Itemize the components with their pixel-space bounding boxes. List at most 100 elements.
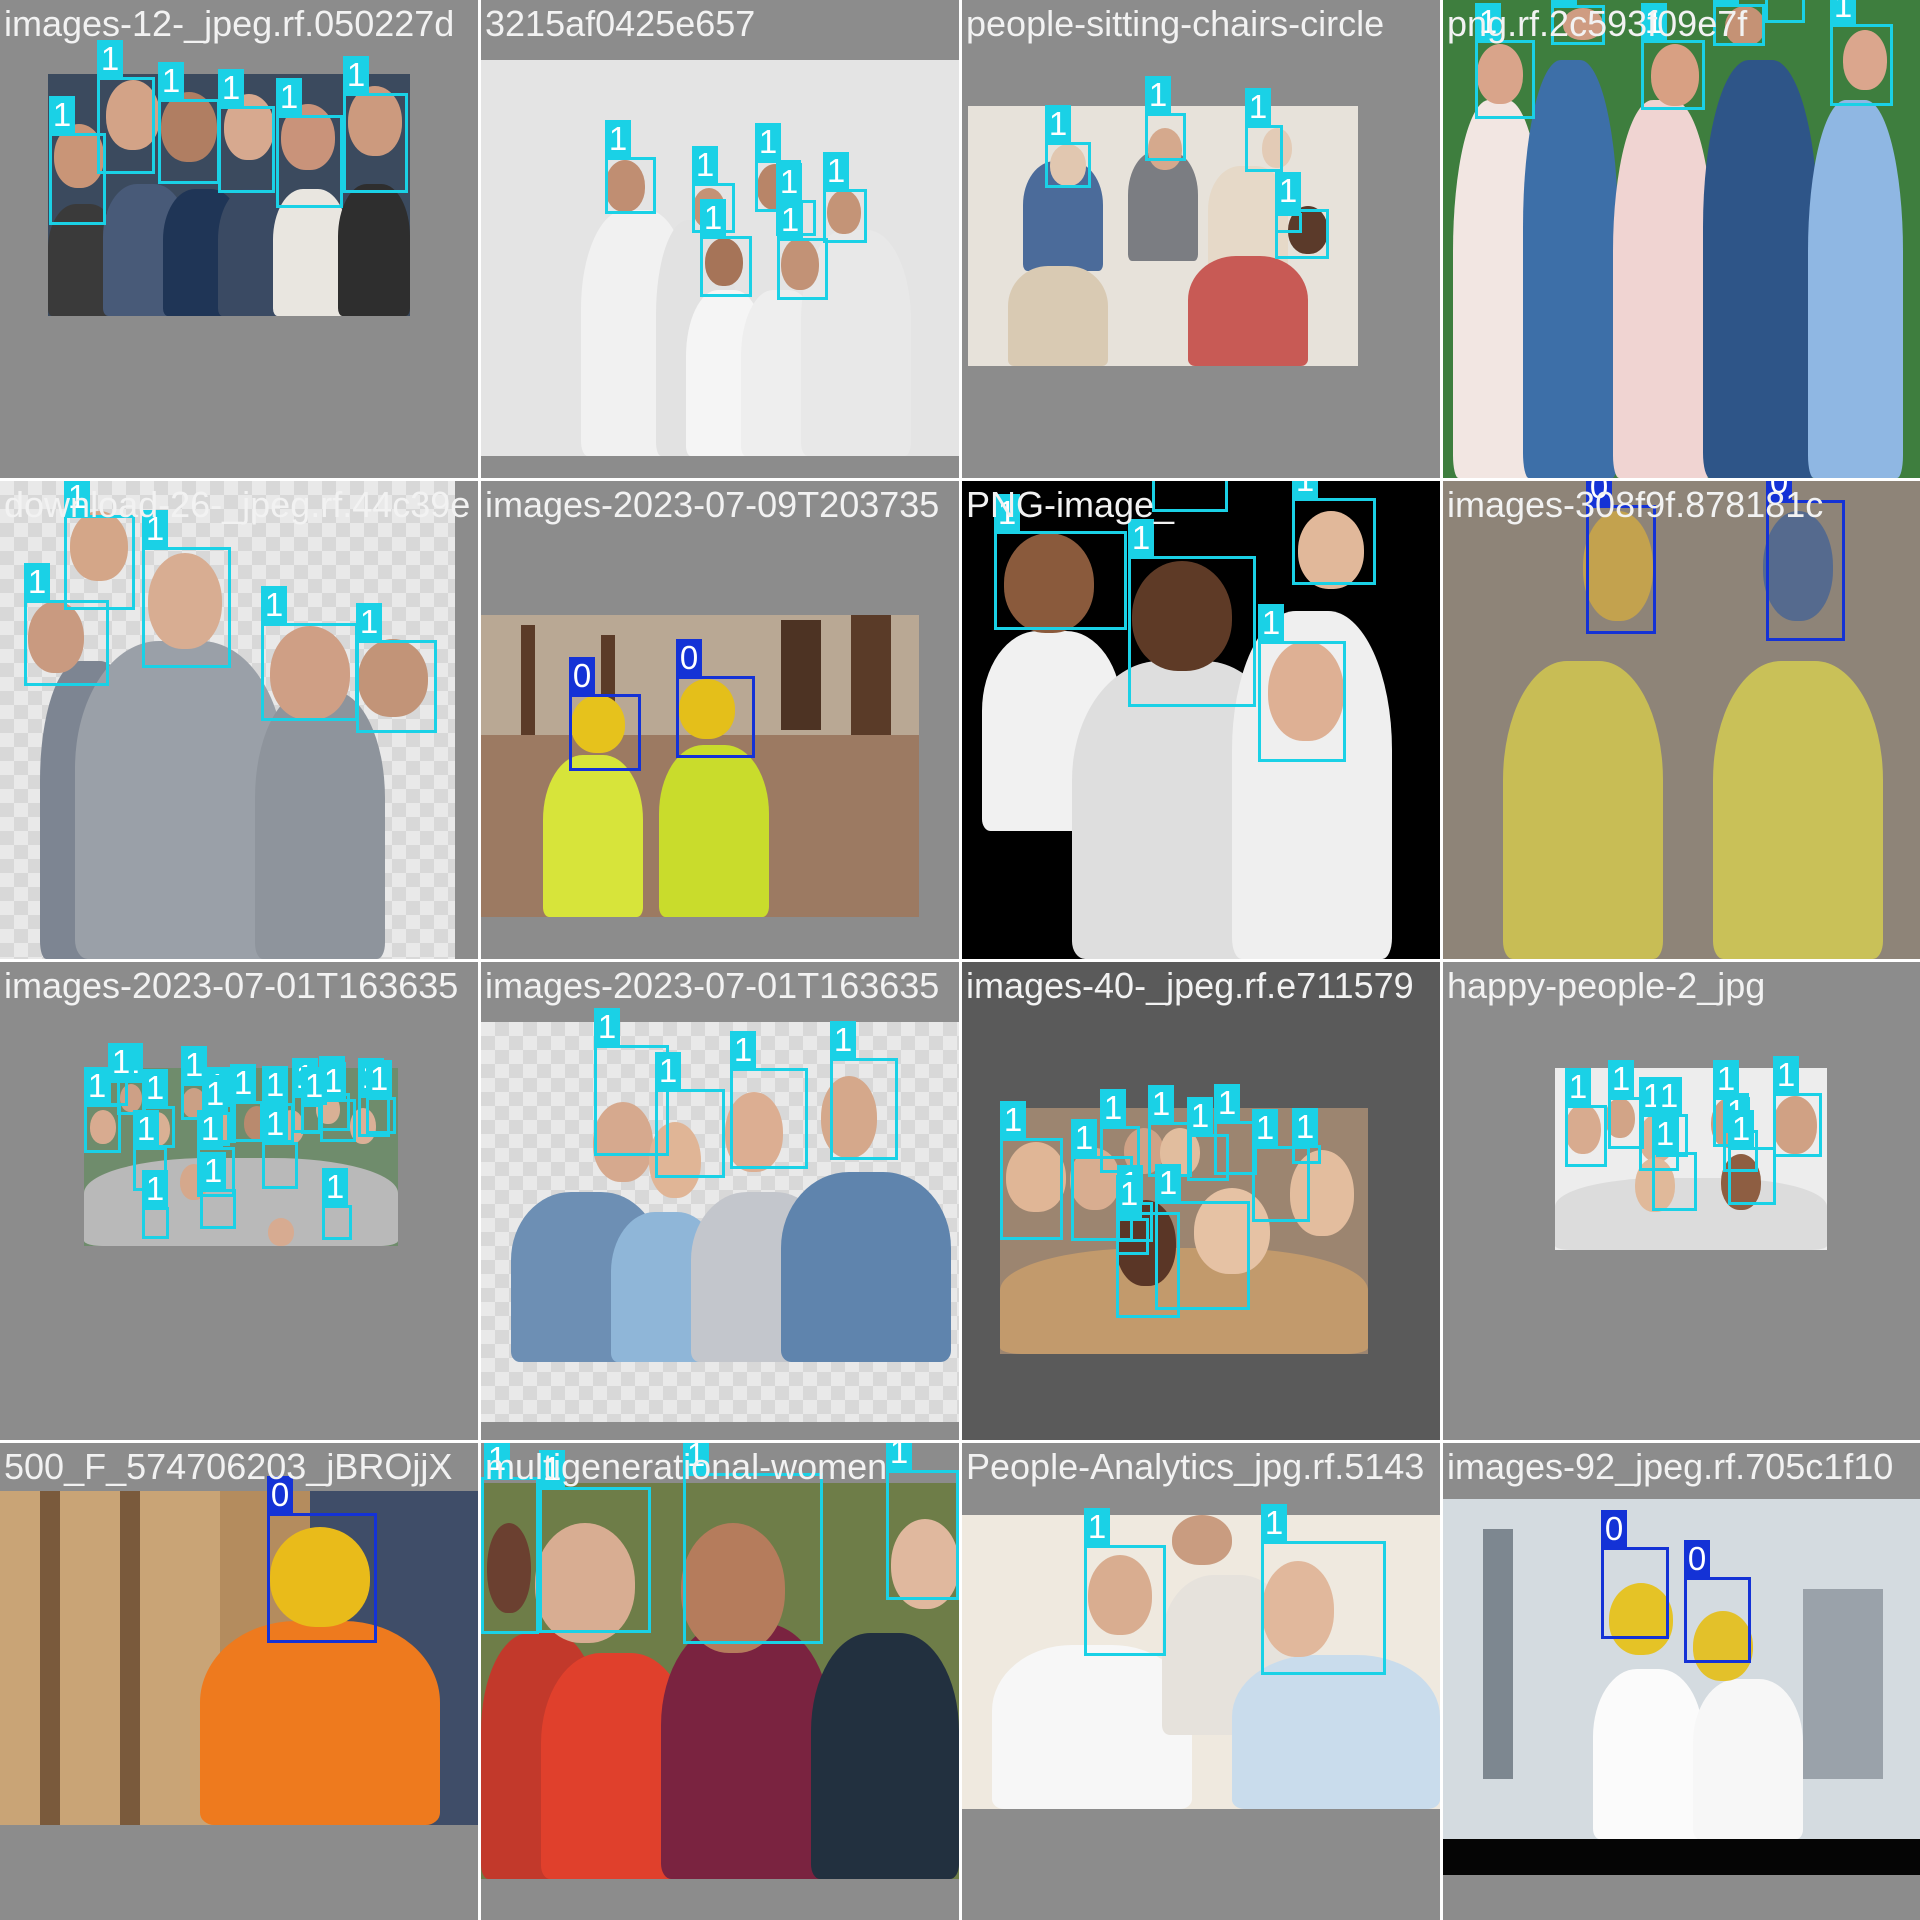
image-filename: images-2023-07-09T203735 — [485, 484, 940, 525]
class-label: 1 — [1258, 604, 1284, 642]
class-label: 1 — [142, 1069, 168, 1107]
class-label: 0 — [1601, 1510, 1627, 1548]
bounding-box: 1 — [1292, 481, 1376, 585]
class-label: 1 — [1713, 0, 1739, 5]
bounding-box: 1 — [683, 1443, 823, 1644]
bounding-box: 1 — [1258, 604, 1346, 762]
bounding-box: 0 — [1766, 481, 1845, 641]
image-filename: images-92_jpeg.rf.705c1f10 — [1447, 1446, 1894, 1487]
bounding-box: 1 — [1214, 1084, 1257, 1175]
class-label: 1 — [97, 40, 123, 78]
photo — [0, 1491, 478, 1825]
class-label: 1 — [1148, 1085, 1174, 1123]
image-filename: 500_F_574706203_jBROjjX — [4, 1446, 453, 1487]
bounding-box: 1 — [142, 510, 231, 668]
image-filename: images-2023-07-01T163635 — [4, 965, 459, 1006]
class-label: 1 — [1275, 172, 1301, 210]
bounding-box: 1 — [777, 201, 828, 300]
tile-image-1: 1 1 1 1 1 1 1 3215af0425e657 — [481, 0, 959, 478]
bounding-box: 1 — [158, 62, 220, 184]
class-label: 1 — [197, 1110, 223, 1148]
tile-image-2: 1 1 1 1 1 people-sitting-chairs-circle — [962, 0, 1440, 478]
bounding-box: 1 — [24, 563, 109, 686]
bounding-box: 1 — [1652, 1115, 1697, 1211]
class-label: 1 — [655, 1052, 681, 1090]
class-label: 1 — [1252, 1109, 1278, 1147]
bounding-box: 1 — [1292, 1108, 1321, 1164]
class-label: 1 — [218, 69, 244, 107]
bounding-box: 0 — [267, 1476, 377, 1643]
bounding-box: 1 — [481, 1443, 539, 1634]
class-label: 1 — [1071, 1119, 1097, 1157]
class-label: 1 — [108, 1043, 134, 1081]
class-label: 1 — [539, 1450, 565, 1488]
bounding-box: 1 — [1152, 481, 1228, 512]
class-label: 1 — [343, 56, 369, 94]
bounding-box: 1 — [108, 1043, 134, 1106]
bounding-box: 1 — [1475, 3, 1535, 119]
bounding-box: 1 — [1084, 1508, 1166, 1656]
tile-image-9: 1 1 1 1 1 images-2023-07-01T163635 — [481, 962, 959, 1440]
bounding-box: 1 — [230, 1064, 263, 1142]
class-label: 1 — [1155, 1164, 1181, 1202]
class-label: 1 — [683, 1443, 709, 1474]
bounding-box: 1 — [1245, 88, 1283, 172]
class-label: 1 — [776, 163, 802, 201]
class-label: 1 — [1000, 1101, 1026, 1139]
bounding-box: 1 — [1713, 0, 1765, 46]
bounding-box: 1 — [261, 586, 358, 721]
bounding-box: 1 — [97, 40, 155, 174]
class-label: 1 — [1728, 1110, 1754, 1148]
class-label: 1 — [133, 1110, 159, 1148]
class-label: 1 — [1261, 1504, 1287, 1542]
bounding-box: 1 — [1830, 0, 1893, 106]
class-label: 1 — [1292, 481, 1318, 499]
image-filename: people-sitting-chairs-circle — [966, 3, 1385, 44]
class-label: 1 — [1830, 0, 1856, 25]
bounding-box: 1 — [200, 1152, 236, 1229]
tile-image-3: 1 1 1 1 1 1 png.rf.2c593f09e7f — [1443, 0, 1920, 478]
tile-image-6: 1 1 1 1 1 PNG-image_ — [962, 481, 1440, 959]
class-label: 1 — [484, 1443, 510, 1478]
bounding-box: 1 — [276, 78, 343, 208]
class-label: 1 — [823, 152, 849, 190]
class-label: 1 — [261, 586, 287, 624]
bounding-box: 1 — [1641, 3, 1705, 110]
class-label: 1 — [142, 1170, 168, 1208]
class-label: 0 — [676, 639, 702, 677]
bounding-box: 1 — [539, 1450, 651, 1633]
tile-image-5: 0 0 images-2023-07-09T203735 — [481, 481, 959, 959]
tile-image-4: 1 1 1 1 1 download-26-_jpeg.rf.44c39e — [0, 481, 478, 959]
class-label: 1 — [158, 62, 184, 100]
tile-image-11: 1 1 1 1 1 1 1 1 1 happy-people-2_jpg — [1443, 962, 1920, 1440]
class-label: 1 — [700, 199, 726, 237]
bounding-box: 1 — [823, 152, 867, 243]
class-label: 0 — [1766, 481, 1792, 501]
bounding-box: 1 — [1551, 0, 1605, 45]
class-label: 1 — [730, 1031, 756, 1069]
class-label: 0 — [267, 1476, 293, 1514]
class-label: 1 — [1565, 1068, 1591, 1106]
class-label: 1 — [262, 1105, 288, 1143]
annotation-mosaic: 1 1 1 1 1 1 images-12-_jpeg.rf.050227d 1… — [0, 0, 1920, 1920]
class-label: 1 — [1551, 0, 1577, 6]
bounding-box: 1 — [1565, 1068, 1607, 1167]
tile-image-12: 0 500_F_574706203_jBROjjX — [0, 1443, 478, 1920]
bounding-box: 1 — [1773, 1056, 1822, 1157]
class-label: 1 — [142, 510, 168, 548]
class-label: 1 — [322, 1168, 348, 1206]
bounding-box: 0 — [1586, 481, 1656, 634]
class-label: 1 — [1475, 3, 1501, 41]
class-label: 1 — [755, 123, 781, 161]
bounding-box: 1 — [994, 494, 1127, 630]
bounding-box: 1 — [1275, 172, 1329, 259]
class-label: 1 — [1641, 3, 1667, 41]
image-filename: 3215af0425e657 — [485, 3, 756, 44]
photo — [1443, 481, 1920, 959]
bounding-box: 0 — [1684, 1540, 1751, 1663]
tile-image-8: 1 1 1 1 1 1 1 1 1 1 1 1 1 1 1 1 1 1 1 1 … — [0, 962, 478, 1440]
image-filename: images-40-_jpeg.rf.e711579 — [966, 965, 1414, 1006]
class-label: 1 — [1292, 1108, 1318, 1146]
class-label: 1 — [24, 563, 50, 601]
bounding-box: 1 — [1116, 1175, 1180, 1318]
